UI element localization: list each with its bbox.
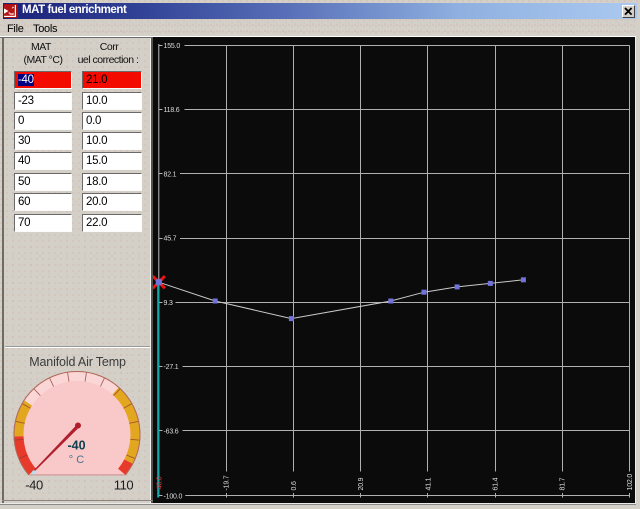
svg-text:° C: ° C (69, 454, 84, 466)
svg-text:118.6: 118.6 (164, 107, 180, 114)
svg-text:-40: -40 (25, 478, 43, 493)
svg-text:-100.0: -100.0 (164, 494, 183, 501)
svg-text:102.0: 102.0 (627, 474, 634, 491)
svg-text:20.9: 20.9 (358, 477, 365, 490)
svg-text:9.3: 9.3 (164, 300, 173, 307)
svg-text:110: 110 (114, 478, 134, 493)
svg-text:-40: -40 (67, 439, 85, 453)
svg-text:-19.7: -19.7 (224, 475, 231, 490)
svg-text:61.4: 61.4 (493, 477, 500, 490)
svg-text:155.0: 155.0 (164, 43, 181, 50)
svg-text:81.7: 81.7 (560, 477, 567, 490)
svg-text:45.7: 45.7 (164, 236, 177, 243)
svg-text:Manifold Air Temp: Manifold Air Temp (29, 355, 126, 369)
svg-text:41.1: 41.1 (425, 477, 432, 490)
svg-text:0.6: 0.6 (291, 481, 298, 490)
svg-text:-27.1: -27.1 (164, 364, 179, 371)
svg-text:82.1: 82.1 (164, 171, 177, 178)
svg-text:-40.0: -40.0 (156, 476, 163, 491)
svg-text:-63.6: -63.6 (164, 428, 179, 435)
